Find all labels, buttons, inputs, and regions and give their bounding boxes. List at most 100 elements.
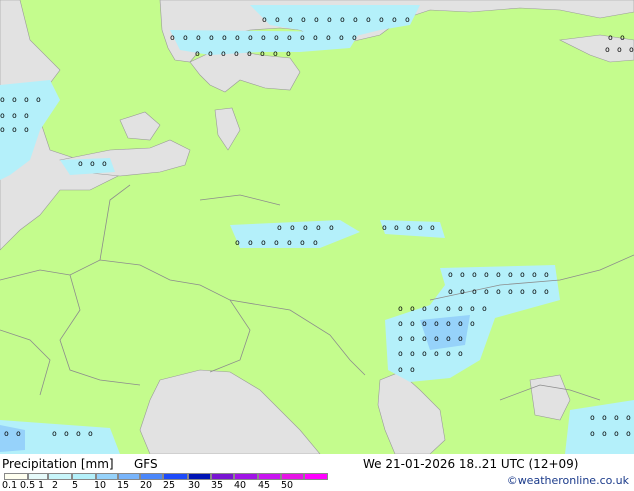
precip-marker: o [287, 238, 292, 247]
scale-label: 20 [140, 480, 153, 491]
precip-marker: o [470, 304, 475, 313]
precip-marker: o [76, 429, 81, 438]
scale-swatch [28, 473, 48, 480]
precip-marker: o [430, 223, 435, 232]
precip-marker: o [484, 287, 489, 296]
precip-marker: o [248, 33, 253, 42]
precip-marker: o [24, 95, 29, 104]
precip-marker: o [406, 223, 411, 232]
scale-label: 45 [258, 480, 271, 491]
precip-marker: o [398, 349, 403, 358]
precip-marker: o [446, 349, 451, 358]
scale-swatch [140, 473, 163, 480]
precip-marker: o [326, 33, 331, 42]
precip-marker: o [12, 111, 17, 120]
precip-marker: o [608, 33, 613, 42]
precip-marker: o [261, 33, 266, 42]
scale-label: 0.1 [2, 480, 18, 491]
precip-marker: o [102, 159, 107, 168]
precip-marker: o [398, 365, 403, 374]
precip-marker: o [532, 270, 537, 279]
precip-marker: o [422, 304, 427, 313]
precip-marker: o [422, 319, 427, 328]
precip-marker: o [434, 319, 439, 328]
precip-marker: o [470, 319, 475, 328]
precip-marker: o [458, 304, 463, 313]
precip-marker: o [183, 33, 188, 42]
scale-label: 0.5 [20, 480, 36, 491]
precip-marker: o [262, 15, 267, 24]
precip-marker: o [273, 49, 278, 58]
precip-marker: o [448, 287, 453, 296]
scale-swatch [234, 473, 258, 480]
precip-marker: o [290, 223, 295, 232]
scale-swatch [48, 473, 72, 480]
precip-marker: o [235, 33, 240, 42]
precip-marker: o [353, 15, 358, 24]
precip-marker: o [274, 33, 279, 42]
precip-marker: o [301, 15, 306, 24]
precip-marker: o [261, 238, 266, 247]
scale-label: 40 [234, 480, 247, 491]
precip-marker: o [247, 49, 252, 58]
precip-marker: o [617, 45, 622, 54]
precip-marker: o [446, 319, 451, 328]
forecast-datetime: We 21-01-2026 18..21 UTC (12+09) [363, 457, 579, 471]
precip-marker: o [195, 49, 200, 58]
precip-marker: o [234, 49, 239, 58]
credit-link[interactable]: ©weatheronline.co.uk [507, 474, 629, 487]
precip-marker: o [405, 15, 410, 24]
scale-label: 35 [211, 480, 224, 491]
precip-marker: o [313, 238, 318, 247]
precip-marker: o [260, 49, 265, 58]
precip-marker: o [544, 270, 549, 279]
precip-marker: o [434, 349, 439, 358]
precip-marker: o [520, 270, 525, 279]
precip-marker: o [209, 33, 214, 42]
precip-marker: o [602, 413, 607, 422]
legend-bar: Precipitation [mm] GFS We 21-01-2026 18.… [0, 454, 634, 491]
precip-marker: o [398, 319, 403, 328]
scale-label: 1 [38, 480, 45, 491]
precip-marker: o [508, 287, 513, 296]
map-canvas: o o o o o o o o o o o oo o o o o o o o o o o o o o oo o o o o o o oo o o oo… [0, 0, 634, 454]
scale-swatch [281, 473, 304, 480]
precip-marker: o [286, 49, 291, 58]
precip-marker: o [484, 270, 489, 279]
precip-marker: o [629, 45, 634, 54]
scale-swatch [304, 473, 328, 480]
scale-swatch [258, 473, 281, 480]
model-name: GFS [134, 457, 158, 471]
precip-marker: o [78, 159, 83, 168]
precip-marker: o [64, 429, 69, 438]
precip-marker: o [590, 413, 595, 422]
precip-marker: o [590, 429, 595, 438]
precip-marker: o [398, 334, 403, 343]
scale-label: 50 [281, 480, 294, 491]
precip-marker: o [208, 49, 213, 58]
precip-marker: o [496, 287, 501, 296]
precip-marker: o [448, 270, 453, 279]
precip-marker: o [340, 15, 345, 24]
precip-marker: o [434, 334, 439, 343]
precip-marker: o [382, 223, 387, 232]
precip-marker: o [379, 15, 384, 24]
precip-marker: o [287, 33, 292, 42]
precip-marker: o [472, 287, 477, 296]
precip-marker: o [398, 304, 403, 313]
precip-marker: o [248, 238, 253, 247]
precip-marker: o [410, 365, 415, 374]
precip-marker: o [626, 429, 631, 438]
precip-marker: o [366, 15, 371, 24]
scale-swatch [72, 473, 96, 480]
precip-marker: o [626, 413, 631, 422]
precip-marker: o [24, 111, 29, 120]
precip-marker: o [196, 33, 201, 42]
precip-marker: o [482, 304, 487, 313]
precip-marker: o [352, 33, 357, 42]
precip-marker: o [410, 319, 415, 328]
precip-marker: o [288, 15, 293, 24]
precip-marker: o [458, 349, 463, 358]
precip-marker: o [605, 45, 610, 54]
precip-marker: o [36, 95, 41, 104]
